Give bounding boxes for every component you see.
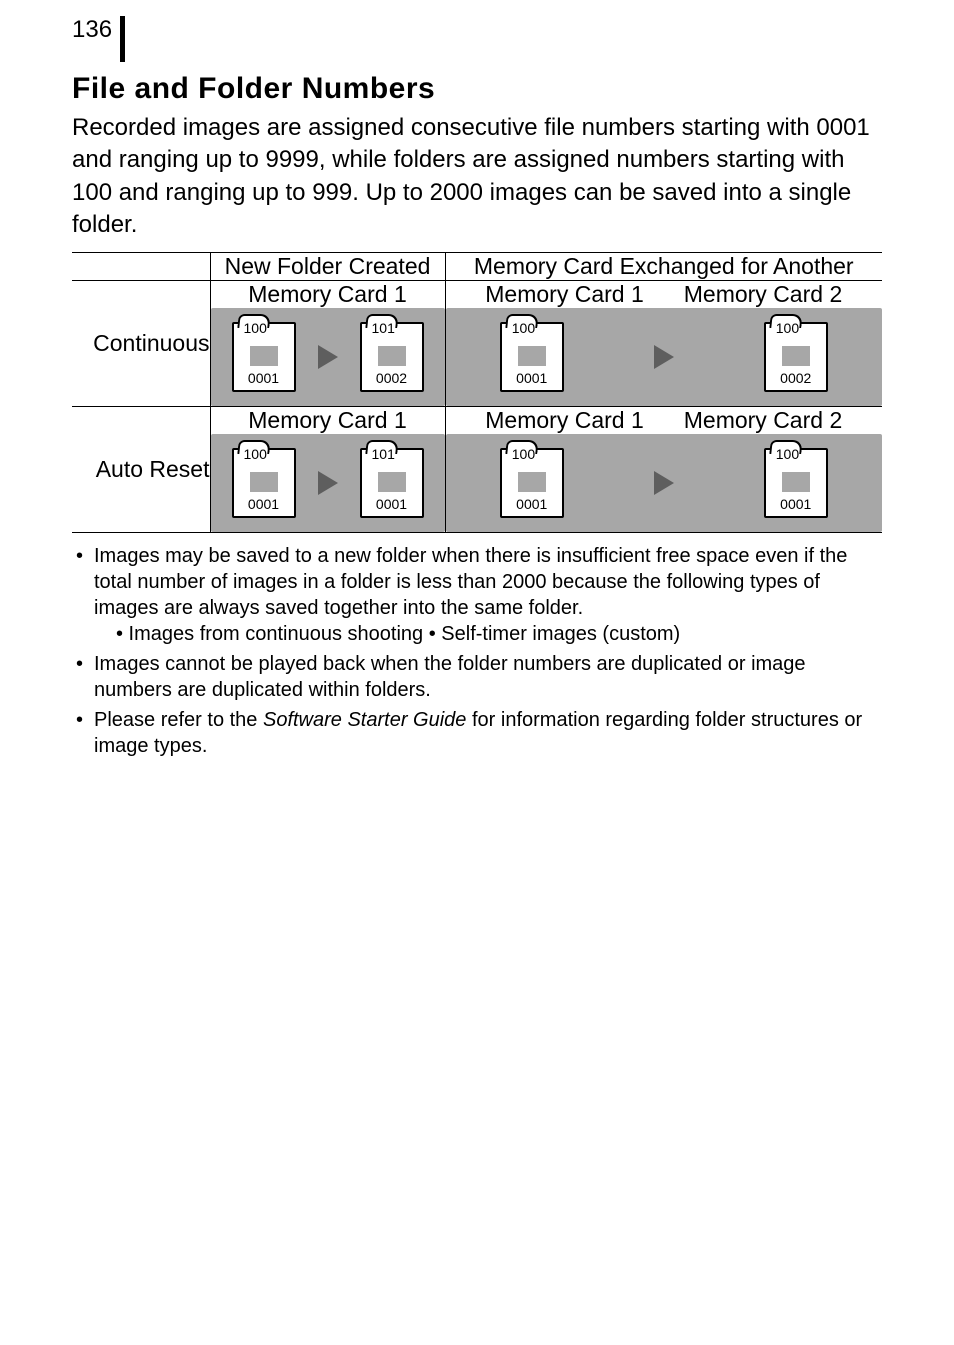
folder-number: 100 <box>512 446 535 462</box>
card1-label: Memory Card 1 <box>485 281 643 308</box>
note-text-italic: Software Starter Guide <box>263 709 466 731</box>
list-item: Please refer to the Software Starter Gui… <box>72 707 882 759</box>
notes-list: Images may be saved to a new folder when… <box>72 543 882 759</box>
thumbnail-icon <box>518 472 546 492</box>
arrow-right-icon <box>654 471 674 495</box>
folder-icon: 100 0001 <box>232 322 296 392</box>
intro-paragraph: Recorded images are assigned consecutive… <box>72 112 882 242</box>
image-number: 0002 <box>376 370 407 386</box>
diagram-autoreset-exchanged: 100 0001 100 0001 <box>445 434 882 533</box>
card2-label: Memory Card 2 <box>684 281 842 308</box>
arrow-right-icon <box>654 345 674 369</box>
note-text: Images may be saved to a new folder when… <box>94 545 847 619</box>
thumbnail-icon <box>250 346 278 366</box>
folder-icon: 100 0002 <box>764 322 828 392</box>
folder-number: 100 <box>776 320 799 336</box>
image-number: 0001 <box>516 370 547 386</box>
page-number-divider <box>120 16 125 62</box>
image-number: 0001 <box>376 496 407 512</box>
folder-icon: 100 0001 <box>232 448 296 518</box>
thumbnail-icon <box>782 346 810 366</box>
folder-number: 100 <box>244 446 267 462</box>
col-header-exchanged: Memory Card Exchanged for Another <box>445 252 882 280</box>
card-header-continuous-right: Memory Card 1 Memory Card 2 <box>445 280 882 308</box>
page-number: 136 <box>72 16 120 44</box>
image-number: 0001 <box>248 496 279 512</box>
folder-number: 100 <box>244 320 267 336</box>
image-number: 0001 <box>248 370 279 386</box>
thumbnail-icon <box>518 346 546 366</box>
image-number: 0001 <box>516 496 547 512</box>
thumbnail-icon <box>378 472 406 492</box>
manual-page: 136 File and Folder Numbers Recorded ima… <box>0 0 954 803</box>
list-item: Images cannot be played back when the fo… <box>72 651 882 703</box>
diagram-continuous-exchanged: 100 0001 100 0002 <box>445 308 882 407</box>
row-label-autoreset: Auto Reset <box>72 406 210 532</box>
folder-number: 101 <box>372 446 395 462</box>
folder-number: 100 <box>776 446 799 462</box>
folder-number: 100 <box>512 320 535 336</box>
arrow-right-icon <box>318 471 338 495</box>
card-header-continuous-left: Memory Card 1 <box>210 280 445 308</box>
folder-icon: 100 0001 <box>764 448 828 518</box>
col-header-new-folder: New Folder Created <box>210 252 445 280</box>
image-number: 0002 <box>780 370 811 386</box>
diagram-autoreset-newfolder: 100 0001 101 0001 <box>210 434 445 533</box>
note-subline: • Images from continuous shooting • Self… <box>94 621 882 647</box>
note-text: Please refer to the <box>94 709 263 731</box>
card2-label: Memory Card 2 <box>684 407 842 434</box>
thumbnail-icon <box>378 346 406 366</box>
note-text: Images cannot be played back when the fo… <box>94 653 806 701</box>
folder-icon: 101 0002 <box>360 322 424 392</box>
image-number: 0001 <box>780 496 811 512</box>
page-number-block: 136 <box>72 16 882 62</box>
card1-label: Memory Card 1 <box>248 407 406 433</box>
table-corner-empty <box>72 252 210 280</box>
row-label-continuous: Continuous <box>72 280 210 406</box>
card1-label: Memory Card 1 <box>248 281 406 307</box>
thumbnail-icon <box>782 472 810 492</box>
thumbnail-icon <box>250 472 278 492</box>
section-title: File and Folder Numbers <box>72 72 882 106</box>
card-header-autoreset-left: Memory Card 1 <box>210 406 445 434</box>
numbering-table: New Folder Created Memory Card Exchanged… <box>72 252 882 533</box>
folder-icon: 100 0001 <box>500 322 564 392</box>
list-item: Images may be saved to a new folder when… <box>72 543 882 647</box>
card1-label: Memory Card 1 <box>485 407 643 434</box>
diagram-continuous-newfolder: 100 0001 101 0002 <box>210 308 445 407</box>
folder-icon: 101 0001 <box>360 448 424 518</box>
folder-icon: 100 0001 <box>500 448 564 518</box>
arrow-right-icon <box>318 345 338 369</box>
card-header-autoreset-right: Memory Card 1 Memory Card 2 <box>445 406 882 434</box>
folder-number: 101 <box>372 320 395 336</box>
